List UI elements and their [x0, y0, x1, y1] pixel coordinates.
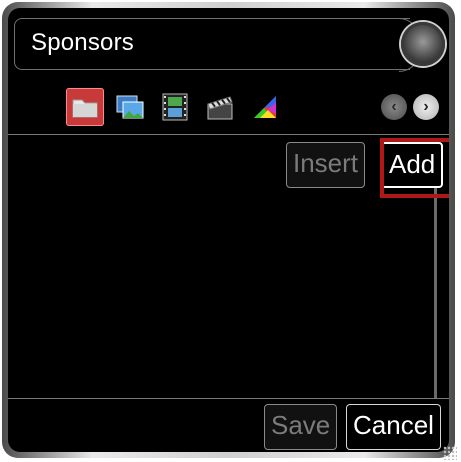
page-navigation: ‹ ›	[381, 94, 439, 120]
next-page-button[interactable]: ›	[413, 94, 439, 120]
clapperboard-icon[interactable]	[201, 88, 239, 126]
insert-button[interactable]: Insert	[286, 142, 366, 188]
orb-button[interactable]	[401, 22, 445, 66]
sponsors-panel: Sponsors ‹ › Insert Add Save Cancel	[8, 8, 449, 452]
images-icon[interactable]	[111, 88, 149, 126]
footer-divider	[8, 398, 449, 399]
filmstrip-icon[interactable]	[156, 88, 194, 126]
list-scrollbar[interactable]	[434, 168, 437, 398]
media-type-toolbar	[66, 88, 284, 126]
resize-grip[interactable]	[443, 446, 457, 460]
previous-page-button[interactable]: ‹	[381, 94, 407, 120]
title-bar: Sponsors	[14, 18, 420, 72]
folder-icon[interactable]	[66, 88, 104, 126]
sponsors-list[interactable]	[14, 135, 435, 393]
window-frame: Sponsors ‹ › Insert Add Save Cancel	[2, 2, 457, 460]
color-palette-icon[interactable]	[246, 88, 284, 126]
add-button-highlight	[380, 138, 449, 198]
save-button[interactable]: Save	[264, 404, 338, 450]
cancel-button[interactable]: Cancel	[346, 404, 441, 450]
window-title: Sponsors	[31, 29, 134, 56]
